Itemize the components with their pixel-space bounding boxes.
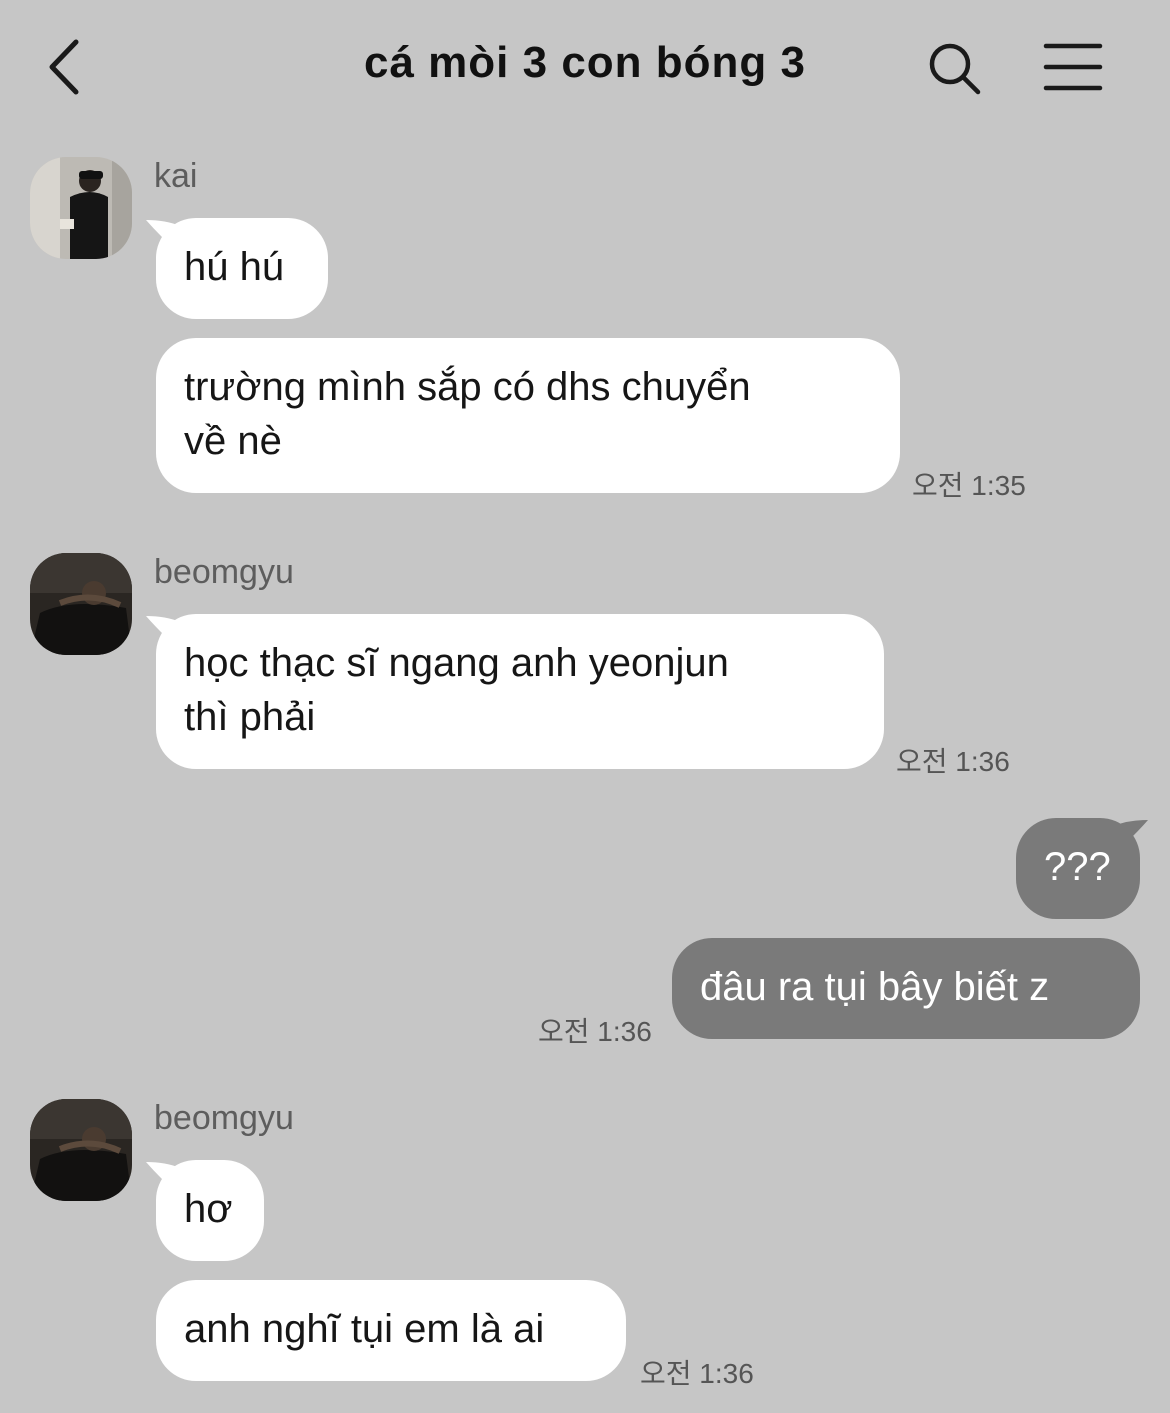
menu-button[interactable] xyxy=(1040,40,1106,96)
message-timestamp: 오전 1:36 xyxy=(896,746,1010,777)
avatar-kai[interactable] xyxy=(30,157,132,259)
message-timestamp: 오전 1:36 xyxy=(640,1358,754,1389)
chat-title: cá mòi 3 con bóng 3 xyxy=(364,38,806,87)
avatar-beomgyu[interactable] xyxy=(30,553,132,655)
message-bubble[interactable]: học thạc sĩ ngang anh yeonjun thì phải xyxy=(156,614,884,769)
search-icon xyxy=(929,43,981,95)
message-bubble[interactable]: ??? xyxy=(1016,818,1140,919)
message-bubble[interactable]: hơ xyxy=(156,1160,264,1261)
avatar-beomgyu[interactable] xyxy=(30,1099,132,1201)
sender-name: beomgyu xyxy=(154,553,294,591)
message-bubble[interactable]: hú hú xyxy=(156,218,328,319)
sender-name: beomgyu xyxy=(154,1099,294,1137)
message-bubble[interactable]: trường mình sắp có dhs chuyển về nè xyxy=(156,338,900,493)
chat-header: cá mòi 3 con bóng 3 xyxy=(0,0,1170,135)
message-bubble[interactable]: đâu ra tụi bây biết z xyxy=(672,938,1140,1039)
hamburger-menu-icon xyxy=(1043,43,1103,91)
message-timestamp: 오전 1:35 xyxy=(912,470,1026,501)
message-timestamp: 오전 1:36 xyxy=(538,1016,652,1047)
search-button[interactable] xyxy=(926,40,982,96)
sender-name: kai xyxy=(154,157,198,195)
message-bubble[interactable]: anh nghĩ tụi em là ai xyxy=(156,1280,626,1381)
